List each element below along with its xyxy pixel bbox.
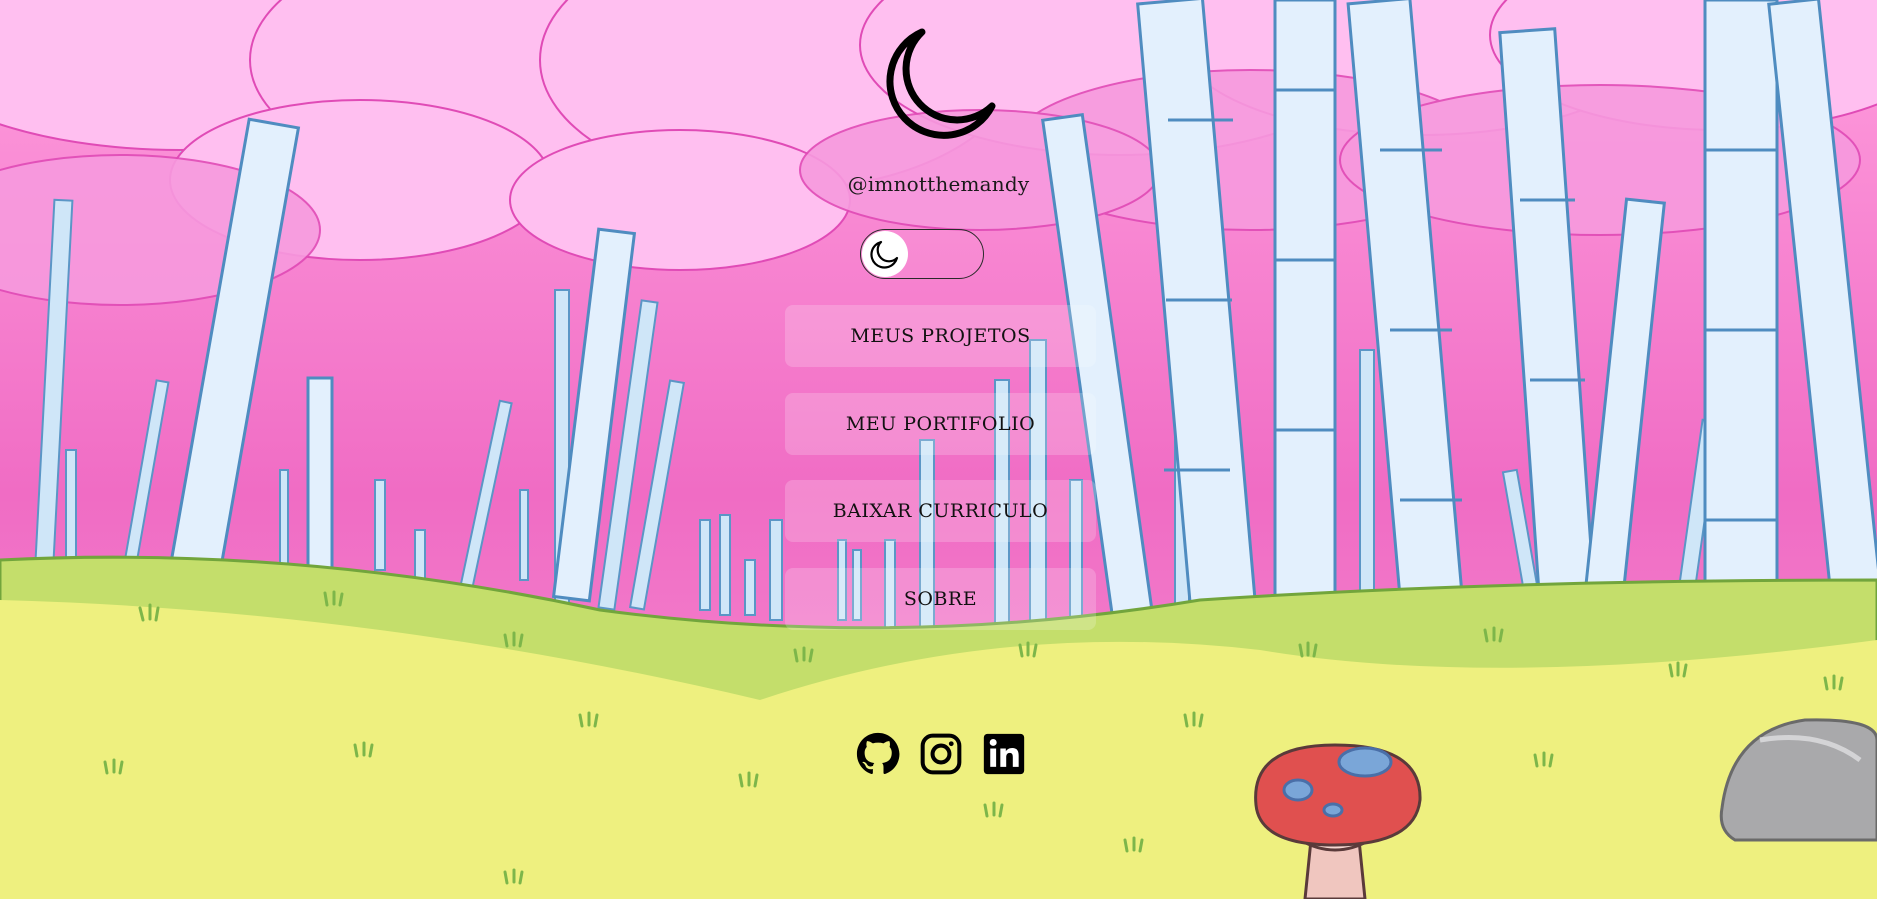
github-icon[interactable]	[856, 732, 900, 776]
meu-portifolio-button[interactable]: MEU PORTIFOLIO	[785, 393, 1096, 455]
linkedin-icon[interactable]	[982, 732, 1026, 776]
instagram-icon[interactable]	[919, 732, 963, 776]
baixar-curriculo-button[interactable]: BAIXAR CURRICULO	[785, 480, 1096, 542]
crescent-moon-icon	[886, 28, 996, 139]
toggle-knob	[862, 231, 908, 277]
moon-icon	[870, 240, 899, 269]
meus-projetos-button[interactable]: MEUS PROJETOS	[785, 305, 1096, 367]
theme-toggle[interactable]	[860, 229, 984, 279]
username: @imnotthemandy	[847, 172, 1030, 196]
sobre-button[interactable]: SOBRE	[785, 568, 1096, 630]
